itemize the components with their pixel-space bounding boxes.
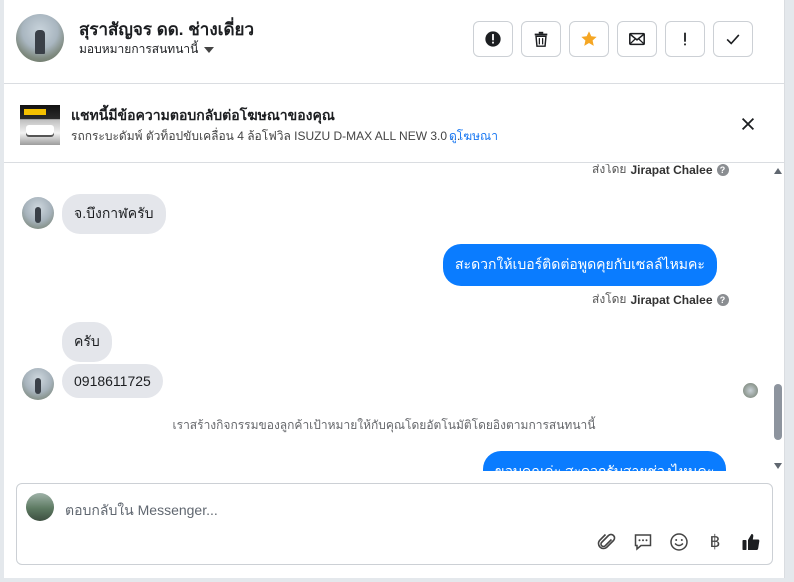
contact-name[interactable]: สุราสัญจร ดด. ช่างเดี่ยว bbox=[79, 16, 254, 43]
view-ad-link[interactable]: ดูโฆษณา bbox=[449, 127, 498, 146]
attach-button[interactable] bbox=[596, 531, 618, 553]
message-bubble-outgoing[interactable]: ขอบคุณค่ะ สะดวกรับสายช่วงไหนคะ bbox=[483, 451, 727, 471]
seen-avatar bbox=[743, 383, 758, 398]
saved-reply-button[interactable] bbox=[632, 531, 654, 553]
info-icon[interactable]: ? bbox=[716, 293, 729, 306]
system-note: เราสร้างกิจกรรมของลูกค้าเป้าหมายให้กับคุ… bbox=[172, 418, 596, 432]
ad-description: รถกระบะดัมพ์ ตัวท็อปขับเคลื่อน 4 ล้อโฟวิ… bbox=[71, 129, 461, 143]
trash-icon bbox=[534, 31, 548, 47]
customer-avatar[interactable] bbox=[22, 368, 54, 400]
info-icon[interactable]: ? bbox=[716, 164, 729, 176]
message-input[interactable]: ตอบกลับใน Messenger... bbox=[65, 500, 218, 522]
delete-button[interactable] bbox=[521, 21, 561, 57]
contact-avatar[interactable] bbox=[16, 14, 64, 62]
message-bubble-incoming[interactable]: 0918611725 bbox=[62, 364, 163, 398]
check-icon bbox=[726, 34, 740, 45]
sender-name: Jirapat Chalee bbox=[630, 164, 713, 177]
header-actions bbox=[473, 21, 753, 57]
saved-reply-icon bbox=[634, 534, 652, 551]
conversation-panel: สุราสัญจร ดด. ช่างเดี่ยว มอบหมายการสนทนา… bbox=[4, 0, 785, 578]
baht-icon: ฿ bbox=[709, 532, 721, 552]
spam-icon bbox=[485, 31, 501, 47]
message-bubble-outgoing[interactable]: สะดวกให้เบอร์ติดต่อพูดคุยกับเซลล์ไหมคะ bbox=[443, 244, 717, 286]
assign-conversation-dropdown[interactable]: มอบหมายการสนทนานี้ bbox=[79, 40, 215, 59]
ad-reply-banner: แชทนี้มีข้อความตอบกลับต่อโฆษณาของคุณ รถก… bbox=[4, 85, 784, 163]
mark-done-button[interactable] bbox=[713, 21, 753, 57]
sent-by-prefix: ส่งโดย bbox=[592, 292, 627, 306]
customer-avatar[interactable] bbox=[22, 197, 54, 229]
composer-toolbar: ฿ bbox=[596, 531, 762, 553]
scroll-up-arrow[interactable] bbox=[774, 168, 782, 174]
page-avatar bbox=[26, 493, 54, 521]
message-bubble-incoming[interactable]: จ.บึงกาฬครับ bbox=[62, 194, 166, 234]
like-icon bbox=[742, 534, 760, 550]
ad-thumbnail[interactable] bbox=[20, 105, 60, 145]
like-button[interactable] bbox=[740, 531, 762, 553]
scrollbar-thumb[interactable] bbox=[774, 384, 782, 440]
mark-unread-button[interactable] bbox=[617, 21, 657, 57]
message-bubble-incoming[interactable]: ครับ bbox=[62, 322, 112, 362]
emoji-button[interactable] bbox=[668, 531, 690, 553]
emoji-icon bbox=[670, 533, 688, 551]
mark-spam-button[interactable] bbox=[473, 21, 513, 57]
exclamation-icon bbox=[684, 32, 686, 46]
attachment-icon bbox=[597, 533, 616, 550]
sent-by-prefix: ส่งโดย bbox=[592, 164, 627, 176]
follow-up-button[interactable] bbox=[665, 21, 705, 57]
sent-by-label: ส่งโดย Jirapat Chalee ? bbox=[592, 164, 729, 179]
star-icon bbox=[581, 31, 597, 46]
ad-banner-title: แชทนี้มีข้อความตอบกลับต่อโฆษณาของคุณ bbox=[71, 107, 335, 123]
sent-by-label: ส่งโดย Jirapat Chalee ? bbox=[592, 290, 729, 309]
mail-icon bbox=[629, 32, 645, 46]
scroll-down-arrow[interactable] bbox=[774, 463, 782, 469]
star-button[interactable] bbox=[569, 21, 609, 57]
conversation-header: สุราสัญจร ดด. ช่างเดี่ยว มอบหมายการสนทนา… bbox=[4, 0, 784, 84]
assign-label: มอบหมายการสนทนานี้ bbox=[79, 42, 199, 56]
reply-composer: ตอบกลับใน Messenger... ฿ bbox=[16, 483, 773, 565]
sender-name: Jirapat Chalee bbox=[630, 292, 713, 307]
message-thread: ส่งโดย Jirapat Chalee ? จ.บึงกาฬครับ สะด… bbox=[4, 164, 784, 471]
close-icon[interactable] bbox=[739, 115, 757, 133]
payment-button[interactable]: ฿ bbox=[704, 531, 726, 553]
caret-down-icon bbox=[204, 46, 215, 53]
